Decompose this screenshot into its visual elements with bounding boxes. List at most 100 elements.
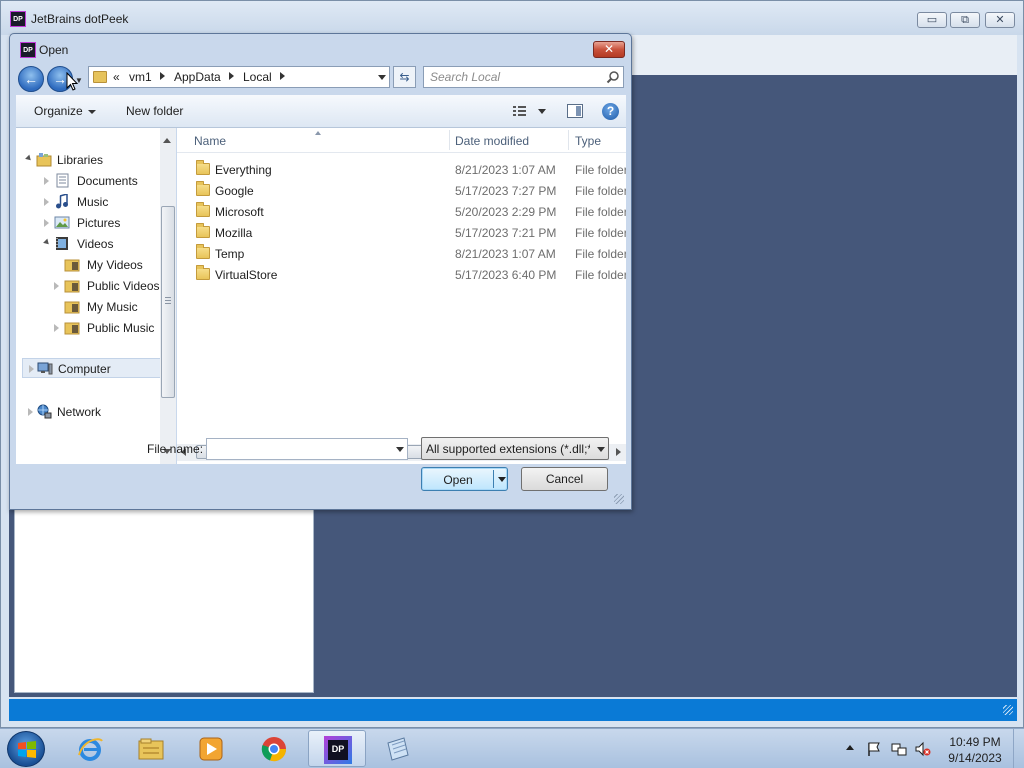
new-folder-button[interactable]: New folder <box>126 104 183 118</box>
taskbar-internet-explorer[interactable] <box>61 730 119 767</box>
show-hidden-icons-icon[interactable] <box>846 745 854 750</box>
file-date: 8/21/2023 1:07 AM <box>455 163 556 177</box>
taskbar-dotpeek[interactable]: DP <box>308 730 366 767</box>
tree-item-public-videos[interactable]: Public Videos <box>50 276 164 296</box>
minimize-button[interactable]: ▭ <box>917 12 947 28</box>
taskbar-google-chrome[interactable] <box>245 730 303 767</box>
file-row[interactable]: Temp 8/21/2023 1:07 AM File folder <box>177 243 626 264</box>
tree-item-label: Music <box>77 195 109 209</box>
start-button[interactable] <box>7 731 45 767</box>
file-name-input[interactable] <box>210 441 385 457</box>
tree-item-label: Computer <box>58 362 111 376</box>
file-name-dropdown-icon[interactable] <box>396 447 404 452</box>
column-header-name[interactable]: Name <box>194 134 226 148</box>
breadcrumb-separator-icon[interactable] <box>229 72 234 80</box>
column-header-date-modified[interactable]: Date modified <box>455 134 529 148</box>
folder-icon <box>196 181 210 196</box>
organize-dropdown-icon[interactable] <box>88 110 96 114</box>
refresh-button[interactable]: ⇆ <box>393 66 416 88</box>
videos-icon <box>56 237 68 250</box>
search-input[interactable] <box>430 69 600 85</box>
file-row[interactable]: VirtualStore 5/17/2023 6:40 PM File fold… <box>177 264 626 285</box>
column-divider[interactable] <box>449 130 450 150</box>
resize-grip-icon[interactable] <box>1003 705 1013 715</box>
file-row[interactable]: Everything 8/21/2023 1:07 AM File folder <box>177 159 626 180</box>
scroll-right-icon[interactable] <box>616 448 621 456</box>
preview-pane-icon[interactable] <box>567 104 583 118</box>
tree-item-my-videos[interactable]: My Videos <box>50 255 164 275</box>
breadcrumb-vm1[interactable]: vm1 <box>129 70 152 84</box>
clock-time[interactable]: 10:49 PM <box>945 735 1005 749</box>
close-main-button[interactable]: ✕ <box>985 12 1015 28</box>
file-type: File folder <box>575 184 626 198</box>
clock-date[interactable]: 9/14/2023 <box>945 751 1005 765</box>
file-row[interactable]: Mozilla 5/17/2023 7:21 PM File folder <box>177 222 626 243</box>
tree-item-pictures[interactable]: Pictures <box>40 213 164 233</box>
file-row[interactable]: Microsoft 5/20/2023 2:29 PM File folder <box>177 201 626 222</box>
chevron-down-icon <box>597 447 605 452</box>
back-button[interactable]: ← <box>18 66 44 92</box>
open-button[interactable]: Open <box>421 467 508 491</box>
organize-button[interactable]: Organize <box>34 104 83 118</box>
navigation-pane[interactable]: Libraries Documents Music Pictures Video… <box>16 128 176 464</box>
restore-button[interactable]: ⧉ <box>950 12 980 28</box>
dialog-title-bar[interactable]: DP Open ✕ <box>10 34 631 66</box>
tree-item-my-music[interactable]: My Music <box>50 297 164 317</box>
main-title-bar[interactable]: DP JetBrains dotPeek ▭ ⧉ ✕ <box>1 1 1023 35</box>
tree-item-documents[interactable]: Documents <box>40 171 164 191</box>
expand-arrow-icon[interactable] <box>54 324 59 332</box>
tree-item-computer[interactable]: Computer <box>22 358 166 378</box>
change-view-icon[interactable] <box>511 104 547 120</box>
taskbar-windows-explorer[interactable] <box>122 730 180 767</box>
breadcrumb-separator-icon[interactable] <box>280 72 285 80</box>
expand-arrow-icon[interactable] <box>28 408 33 416</box>
scroll-thumb[interactable] <box>161 206 175 398</box>
expand-arrow-icon[interactable] <box>54 282 59 290</box>
file-list[interactable]: Name Date modified Type Everything 8/21/… <box>177 128 626 464</box>
tree-item-videos[interactable]: Videos <box>40 234 164 254</box>
computer-icon <box>37 362 53 375</box>
resize-grip-icon[interactable] <box>614 494 624 504</box>
breadcrumb-appdata[interactable]: AppData <box>174 70 221 84</box>
dialog-close-button[interactable]: ✕ <box>593 41 625 58</box>
help-button[interactable]: ? <box>602 103 619 120</box>
expand-arrow-icon[interactable] <box>43 238 51 247</box>
file-type-filter-select[interactable]: All supported extensions (*.dll;* <box>421 437 609 460</box>
navigation-pane-scrollbar[interactable] <box>160 128 176 464</box>
tree-item-libraries[interactable]: Libraries <box>24 150 164 170</box>
volume-muted-icon[interactable] <box>915 741 931 757</box>
expand-arrow-icon[interactable] <box>25 154 33 163</box>
breadcrumb-separator-icon[interactable] <box>160 72 165 80</box>
tree-item-network[interactable]: Network <box>24 402 164 422</box>
expand-arrow-icon[interactable] <box>44 198 49 206</box>
scroll-up-icon[interactable] <box>163 138 171 143</box>
taskbar: DP 10:49 PM 9/14/2023 <box>0 728 1024 768</box>
taskbar-notepad[interactable] <box>369 730 427 767</box>
breadcrumb-overflow[interactable]: « <box>113 70 120 84</box>
address-dropdown-icon[interactable] <box>378 75 386 80</box>
expand-arrow-icon[interactable] <box>44 177 49 185</box>
search-box[interactable] <box>423 66 624 88</box>
column-divider[interactable] <box>568 130 569 150</box>
expand-arrow-icon[interactable] <box>29 365 34 373</box>
action-center-flag-icon[interactable] <box>866 741 882 757</box>
command-bar: Organize New folder ? <box>16 95 626 128</box>
taskbar-media-player[interactable] <box>182 730 240 767</box>
folder-icon <box>196 160 210 175</box>
cancel-button[interactable]: Cancel <box>521 467 608 491</box>
expand-arrow-icon[interactable] <box>44 219 49 227</box>
file-name-combobox[interactable] <box>206 438 408 460</box>
show-desktop-button[interactable] <box>1013 729 1024 768</box>
breadcrumb-local[interactable]: Local <box>243 70 272 84</box>
tree-item-music[interactable]: Music <box>40 192 164 212</box>
tree-item-label: My Music <box>87 300 138 314</box>
status-bar <box>9 699 1017 721</box>
network-status-icon[interactable] <box>891 741 907 757</box>
tree-item-public-music[interactable]: Public Music <box>50 318 164 338</box>
file-row[interactable]: Google 5/17/2023 7:27 PM File folder <box>177 180 626 201</box>
windows-explorer-icon <box>138 738 164 760</box>
column-header-type[interactable]: Type <box>575 134 601 148</box>
folder-icon <box>196 244 210 259</box>
address-bar[interactable]: « vm1 AppData Local <box>88 66 390 88</box>
open-options-dropdown-icon[interactable] <box>498 477 506 482</box>
